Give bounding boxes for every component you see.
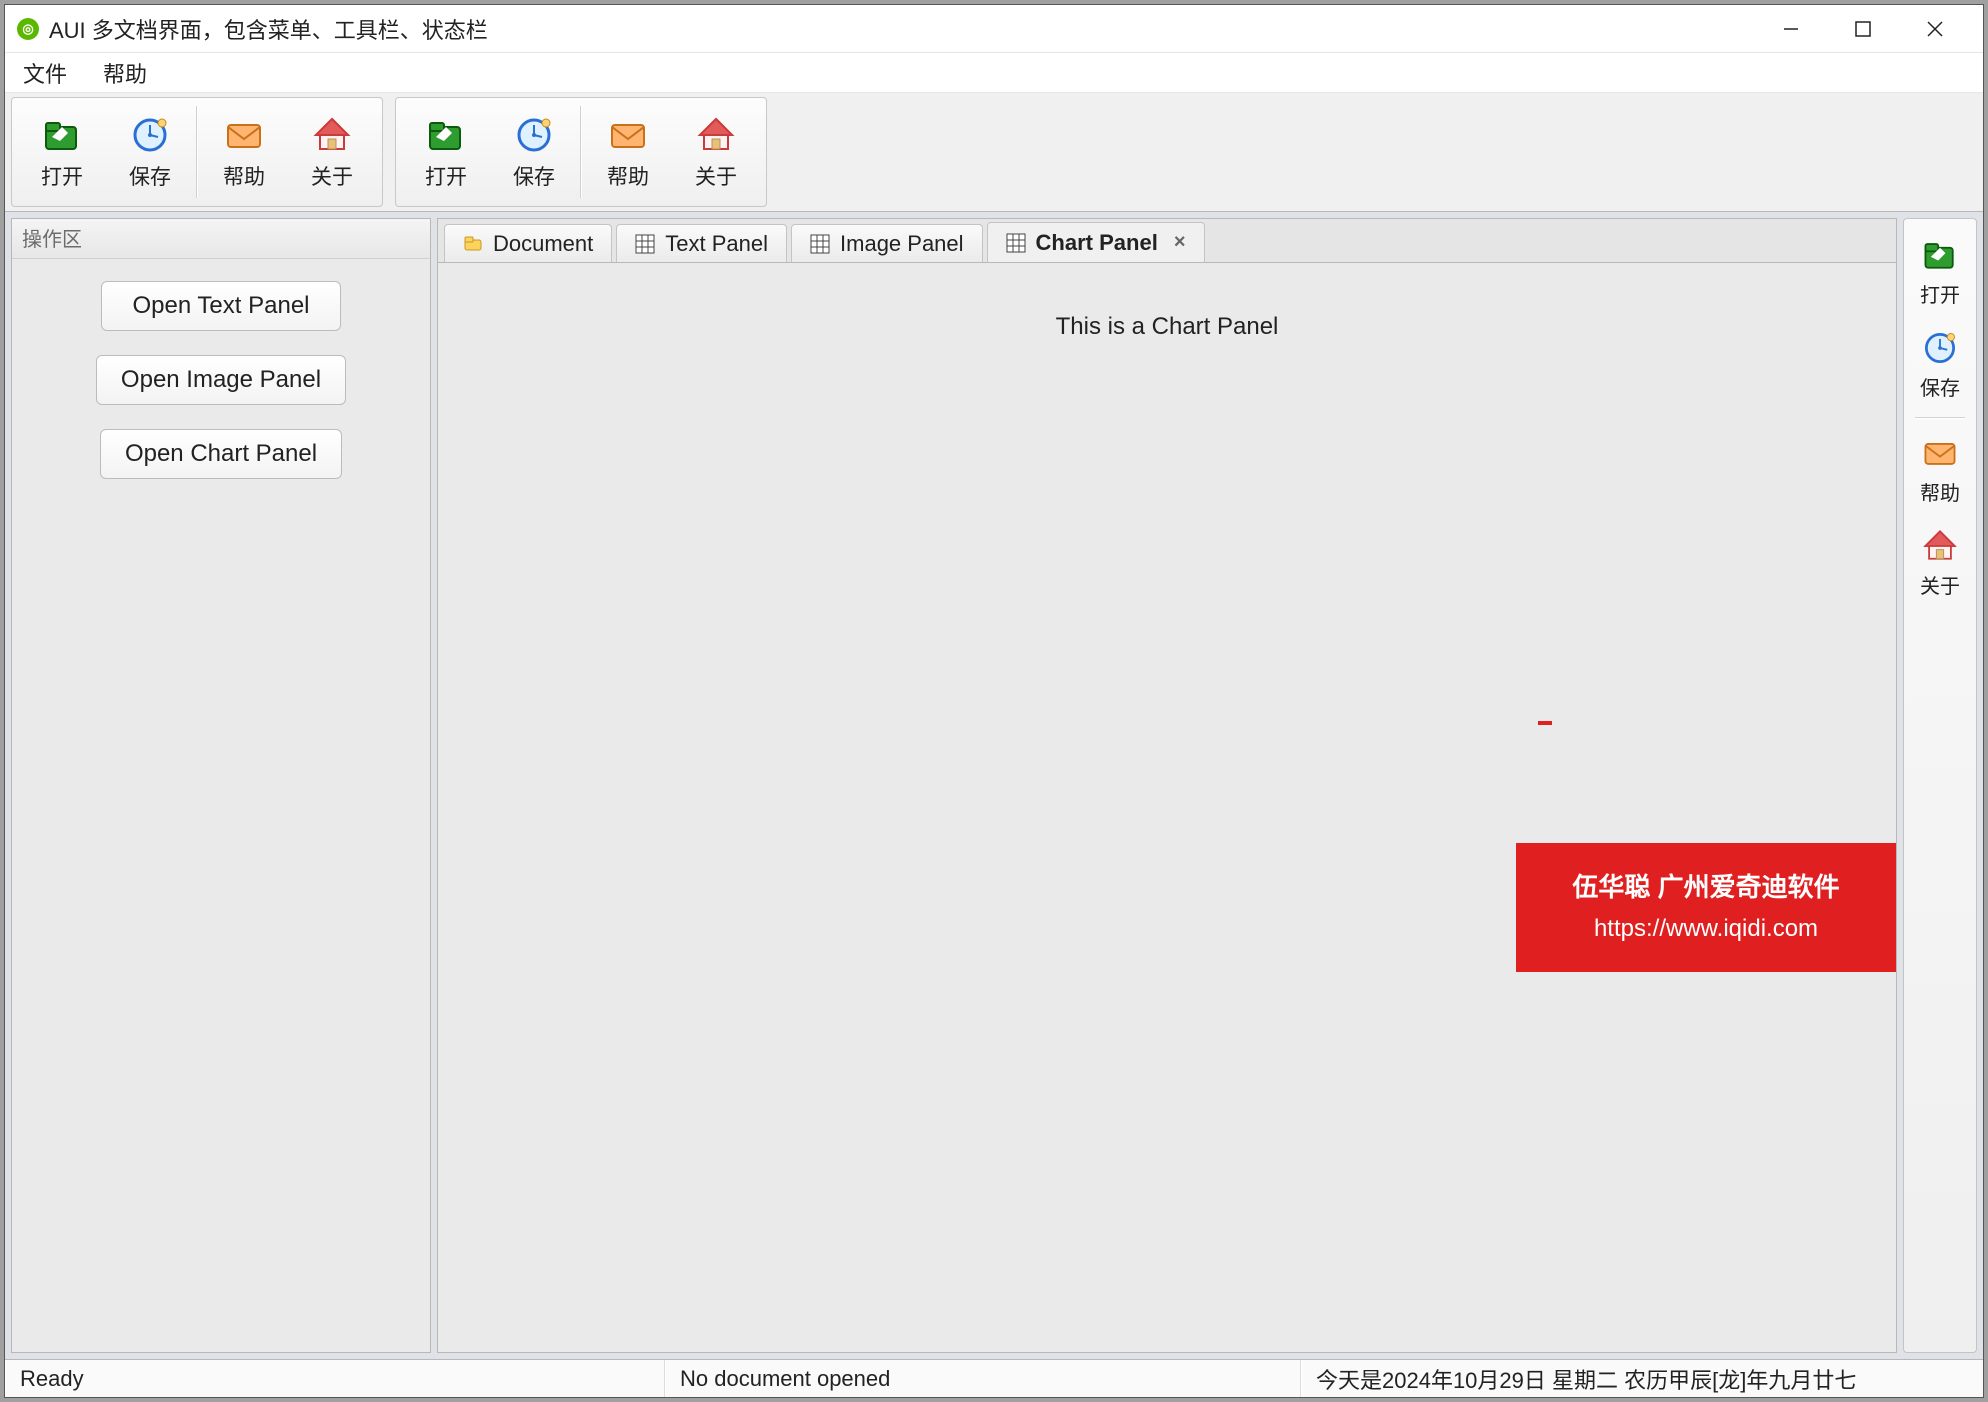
tab-image-label: Image Panel <box>840 231 964 257</box>
sidebar-body: Open Text Panel Open Image Panel Open Ch… <box>12 259 430 1352</box>
app-window: ◎ AUI 多文档界面，包含菜单、工具栏、状态栏 文件 帮助 打开 保存 <box>4 4 1984 1398</box>
home-icon <box>310 113 354 157</box>
sidebar: 操作区 Open Text Panel Open Image Panel Ope… <box>11 218 431 1353</box>
maximize-button[interactable] <box>1827 5 1899 53</box>
rtb-help-button[interactable]: 帮助 <box>1909 427 1971 514</box>
tab-chart-label: Chart Panel <box>1036 230 1158 256</box>
clock-icon <box>512 113 556 157</box>
tb-help-label: 帮助 <box>223 161 265 191</box>
tb2-open-button[interactable]: 打开 <box>402 102 490 202</box>
tb2-save-button[interactable]: 保存 <box>490 102 578 202</box>
document-content: This is a Chart Panel 伍华聪 广州爱奇迪软件 https:… <box>438 263 1896 1352</box>
window-title: AUI 多文档界面，包含菜单、工具栏、状态栏 <box>49 13 488 45</box>
statusbar: Ready No document opened 今天是2024年10月29日 … <box>5 1359 1983 1397</box>
tab-chart-panel[interactable]: Chart Panel × <box>987 222 1205 262</box>
tb2-open-label: 打开 <box>425 161 467 191</box>
tab-text-label: Text Panel <box>665 231 768 257</box>
open-icon <box>424 113 468 157</box>
tab-image-panel[interactable]: Image Panel <box>791 224 983 262</box>
mail-icon <box>606 113 650 157</box>
minimize-button[interactable] <box>1755 5 1827 53</box>
tb-save-label: 保存 <box>129 161 171 191</box>
grid-icon <box>810 234 830 254</box>
rtb-help-label: 帮助 <box>1920 477 1960 506</box>
open-icon <box>1920 235 1960 275</box>
tb-about-label: 关于 <box>311 161 353 191</box>
mail-icon <box>222 113 266 157</box>
grid-icon <box>1006 233 1026 253</box>
open-icon <box>40 113 84 157</box>
menu-help[interactable]: 帮助 <box>97 55 153 91</box>
watermark-url: https://www.iqidi.com <box>1536 909 1876 950</box>
main-row: 操作区 Open Text Panel Open Image Panel Ope… <box>5 212 1983 1359</box>
chart-panel-text: This is a Chart Panel <box>438 313 1896 341</box>
toolbar-group-1: 打开 保存 帮助 关于 <box>11 97 383 207</box>
rtb-save-label: 保存 <box>1920 372 1960 401</box>
tab-document[interactable]: Document <box>444 224 612 262</box>
clock-icon <box>1920 328 1960 368</box>
rtb-about-button[interactable]: 关于 <box>1909 520 1971 607</box>
watermark: 伍华聪 广州爱奇迪软件 https://www.iqidi.com <box>1516 843 1896 972</box>
toolbar-separator <box>1915 417 1965 419</box>
folder-icon <box>463 234 483 254</box>
right-toolbar: 打开 保存 帮助 关于 <box>1903 218 1977 1353</box>
tb2-save-label: 保存 <box>513 161 555 191</box>
tb2-help-label: 帮助 <box>607 161 649 191</box>
tb-help-button[interactable]: 帮助 <box>200 102 288 202</box>
tb-open-label: 打开 <box>41 161 83 191</box>
home-icon <box>694 113 738 157</box>
close-button[interactable] <box>1899 5 1971 53</box>
tab-close-icon[interactable]: × <box>1174 231 1186 254</box>
tb2-about-label: 关于 <box>695 161 737 191</box>
grid-icon <box>635 234 655 254</box>
document-area: Document Text Panel Image Panel Chart Pa… <box>437 218 1897 1353</box>
app-icon: ◎ <box>17 18 39 40</box>
mail-icon <box>1920 433 1960 473</box>
open-image-panel-button[interactable]: Open Image Panel <box>96 355 346 405</box>
rtb-open-button[interactable]: 打开 <box>1909 229 1971 316</box>
titlebar: ◎ AUI 多文档界面，包含菜单、工具栏、状态栏 <box>5 5 1983 53</box>
tb-about-button[interactable]: 关于 <box>288 102 376 202</box>
red-dash-decor <box>1538 721 1552 725</box>
rtb-about-label: 关于 <box>1920 570 1960 599</box>
tabs: Document Text Panel Image Panel Chart Pa… <box>438 219 1896 263</box>
status-date: 今天是2024年10月29日 星期二 农历甲辰[龙]年九月廿七 <box>1301 1360 1983 1397</box>
menu-file[interactable]: 文件 <box>17 55 73 91</box>
home-icon <box>1920 526 1960 566</box>
tab-document-label: Document <box>493 231 593 257</box>
sidebar-title: 操作区 <box>12 219 430 259</box>
toolbar-separator <box>580 106 582 198</box>
toolbar-separator <box>196 106 198 198</box>
status-document: No document opened <box>665 1360 1301 1397</box>
tab-text-panel[interactable]: Text Panel <box>616 224 787 262</box>
open-text-panel-button[interactable]: Open Text Panel <box>101 281 341 331</box>
status-ready: Ready <box>5 1360 665 1397</box>
rtb-open-label: 打开 <box>1920 279 1960 308</box>
clock-icon <box>128 113 172 157</box>
menubar: 文件 帮助 <box>5 53 1983 93</box>
watermark-line1: 伍华聪 广州爱奇迪软件 <box>1536 865 1876 909</box>
tb-open-button[interactable]: 打开 <box>18 102 106 202</box>
tb-save-button[interactable]: 保存 <box>106 102 194 202</box>
tb2-help-button[interactable]: 帮助 <box>584 102 672 202</box>
rtb-save-button[interactable]: 保存 <box>1909 322 1971 409</box>
toolbar-row: 打开 保存 帮助 关于 打开 保存 <box>5 93 1983 212</box>
open-chart-panel-button[interactable]: Open Chart Panel <box>100 429 342 479</box>
tb2-about-button[interactable]: 关于 <box>672 102 760 202</box>
toolbar-group-2: 打开 保存 帮助 关于 <box>395 97 767 207</box>
